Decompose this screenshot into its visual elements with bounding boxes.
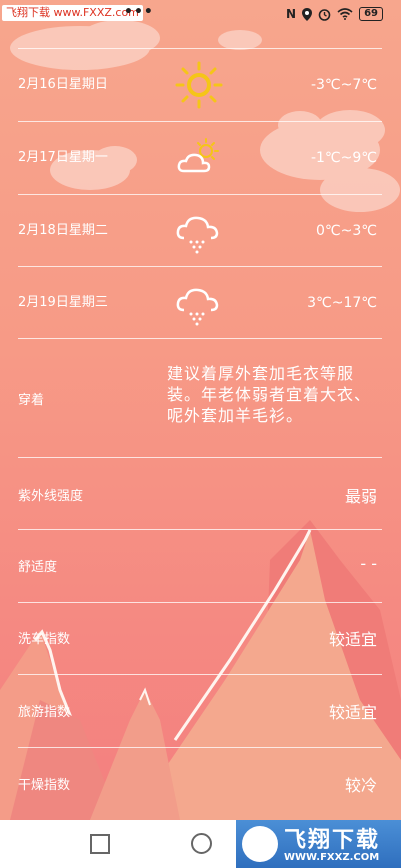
forecast-row: 2月19日星期三 3℃~17℃ — [0, 267, 401, 339]
wifi-icon — [337, 8, 353, 20]
location-icon — [302, 7, 313, 21]
recent-apps-button[interactable] — [90, 834, 110, 854]
uv-value: 最弱 — [344, 487, 377, 506]
forecast-temp: 3℃~17℃ — [307, 295, 377, 311]
nfc-icon: N — [286, 7, 297, 21]
comfort-value: - - — [360, 554, 377, 573]
forecast-temp: -1℃~9℃ — [310, 150, 377, 166]
watermark-title: 飞翔下载 — [284, 828, 381, 853]
watermark-bottom: 飞翔下载 WWW.FXXZ.COM — [236, 820, 401, 868]
uv-label: 紫外线强度 — [18, 489, 84, 504]
forecast-row: 2月18日星期二 0℃~3℃ — [0, 195, 401, 267]
forecast-row: 2月16日星期日 -3℃~7℃ — [0, 49, 401, 121]
system-nav-bar: 飞翔下载 WWW.FXXZ.COM — [0, 820, 401, 868]
status-bar: 飞翔下载 www.FXXZ.com ••• N 69 — [0, 0, 401, 30]
home-button[interactable] — [191, 833, 212, 854]
drying-index-row: 干燥指数 较冷 — [0, 748, 401, 820]
drying-value: 较冷 — [344, 776, 377, 795]
forecast-temp: -3℃~7℃ — [310, 77, 377, 93]
forecast-row: 2月17日星期一 -1℃~9℃ — [0, 122, 401, 194]
weather-content: 2月16日星期日 -3℃~7℃ 2月17日星期一 -1℃~9℃ 2月18日星期二… — [0, 0, 401, 868]
snow-cloud-icon — [176, 216, 219, 254]
forecast-date: 2月19日星期三 — [18, 295, 108, 310]
status-icons: N 69 — [286, 7, 383, 21]
watermark-top: 飞翔下载 www.FXXZ.com — [2, 5, 143, 21]
battery-indicator: 69 — [359, 7, 383, 21]
uv-index-row: 紫外线强度 最弱 — [0, 458, 401, 529]
fxxz-logo-icon — [242, 826, 278, 862]
car-wash-value: 较适宜 — [328, 630, 377, 649]
status-notification-dots: ••• — [124, 4, 154, 20]
forecast-date: 2月16日星期日 — [18, 77, 108, 92]
sun-icon — [175, 61, 223, 109]
comfort-label: 舒适度 — [18, 560, 58, 575]
travel-label: 旅游指数 — [18, 705, 71, 720]
watermark-url: WWW.FXXZ.COM — [284, 852, 380, 863]
drying-label: 干燥指数 — [18, 778, 71, 793]
partly-cloudy-icon — [177, 138, 219, 173]
clothing-label: 穿着 — [18, 393, 45, 408]
forecast-date: 2月17日星期一 — [18, 150, 108, 165]
snow-cloud-icon — [176, 288, 219, 326]
travel-value: 较适宜 — [328, 703, 377, 722]
forecast-temp: 0℃~3℃ — [316, 223, 377, 239]
travel-index-row: 旅游指数 较适宜 — [0, 675, 401, 747]
alarm-icon — [318, 8, 331, 21]
weather-screen: 飞翔下载 www.FXXZ.com ••• N 69 2月16日星期日 -3℃~… — [0, 0, 401, 868]
clothing-advice: 建议着厚外套加毛衣等服装。年老体弱者宜着大衣、呢外套加羊毛衫。 — [167, 364, 372, 425]
car-wash-index-row: 洗车指数 较适宜 — [0, 603, 401, 674]
comfort-index-row: 舒适度 - - — [0, 530, 401, 602]
forecast-date: 2月18日星期二 — [18, 223, 108, 238]
car-wash-label: 洗车指数 — [18, 632, 71, 647]
